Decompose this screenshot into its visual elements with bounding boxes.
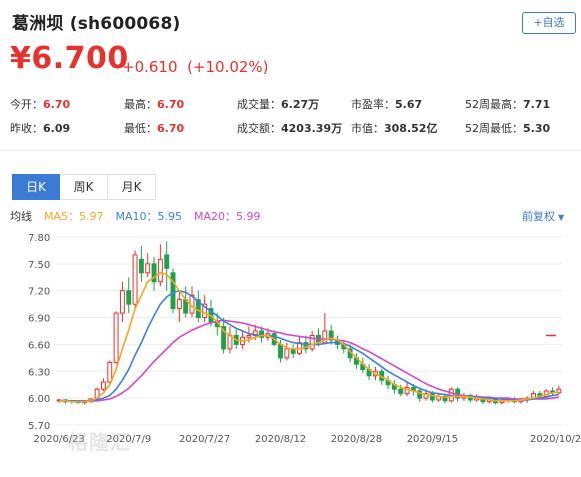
stat-item: 今开：6.70 [10, 96, 70, 112]
stat-item: 成交额：4203.39万 [237, 120, 342, 136]
price-change-amount: +0.610 [122, 58, 178, 76]
x-tick-label: 2020/7/27 [179, 434, 230, 445]
y-tick-label: 5.70 [28, 421, 50, 432]
candle-body [100, 381, 106, 390]
stat-item: 昨收：6.09 [10, 120, 70, 136]
stat-label: 52周最高： [465, 98, 523, 111]
stat-label: 市盈率： [351, 98, 395, 111]
candle-body [107, 361, 113, 383]
stat-label: 成交量： [237, 98, 281, 111]
price-change: +0.610 (+10.02%) [122, 58, 269, 76]
stat-value: 6.70 [157, 98, 185, 111]
x-tick-label: 2020/8/28 [331, 434, 382, 445]
x-tick-label: 2020/10/28 [530, 434, 581, 445]
ma10-legend: MA10：5.95 [115, 210, 183, 223]
candle-body [284, 348, 290, 359]
candle-body [145, 263, 151, 274]
y-tick-label: 6.60 [28, 340, 50, 351]
candle-body [132, 254, 138, 305]
watermark-logo: 格隆汇 [68, 430, 131, 454]
stat-value: 5.67 [395, 98, 423, 111]
stat-item: 市值：308.52亿 [351, 120, 437, 136]
stock-title: 葛洲坝 (sh600068) [12, 14, 181, 34]
period-tab[interactable]: 月K [108, 174, 156, 200]
candle-body [164, 254, 170, 269]
divider [0, 150, 581, 151]
ma-legend: 均线 MA5：5.97 MA10：5.95 MA20：5.99 [10, 208, 273, 224]
y-tick-label: 7.20 [28, 287, 50, 298]
stat-label: 最高： [124, 98, 157, 111]
stat-value: 7.71 [523, 98, 551, 111]
ma20-line [59, 319, 559, 402]
candle-body [398, 388, 404, 395]
stat-label: 最低： [124, 122, 157, 135]
stat-value: 6.70 [157, 122, 185, 135]
x-tick-label: 2020/8/12 [255, 434, 306, 445]
stat-item: 成交量：6.27万 [237, 96, 319, 112]
stat-item: 最低：6.70 [124, 120, 184, 136]
stat-label: 昨收： [10, 122, 43, 135]
stat-value: 6.27万 [281, 98, 320, 111]
quote-stats: 今开：6.70 最高：6.70 成交量：6.27万 市盈率：5.67 52周最高：7.7… [0, 94, 581, 142]
price-adjust-label: 前复权 [522, 210, 555, 223]
stat-value: 6.09 [43, 122, 71, 135]
candle-body [138, 258, 144, 274]
candle-body [246, 334, 252, 338]
stat-value: 6.70 [43, 98, 71, 111]
period-tabs: 日K 周K 月K [12, 174, 156, 200]
stat-item: 最高：6.70 [124, 96, 184, 112]
x-tick-label: 2020/9/15 [407, 434, 458, 445]
stat-label: 52周最低： [465, 122, 523, 135]
price-change-percent: (+10.02%) [187, 58, 269, 76]
y-tick-label: 7.50 [28, 260, 50, 271]
stat-item: 52周最低：5.30 [465, 120, 550, 136]
stat-label: 今开： [10, 98, 43, 111]
ma20-legend: MA20：5.99 [194, 210, 261, 223]
stat-item: 市盈率：5.67 [351, 96, 422, 112]
add-to-watchlist-button[interactable]: +自选 [522, 12, 576, 34]
candle-body [227, 334, 233, 350]
stat-label: 市值： [351, 122, 384, 135]
current-price: ¥6.700 [10, 41, 129, 76]
candle-body [113, 312, 119, 363]
candle-body [176, 299, 182, 310]
chevron-down-icon: ▼ [558, 213, 565, 222]
candle-body [119, 290, 125, 314]
y-tick-label: 6.00 [28, 394, 50, 405]
candle-body [157, 258, 163, 283]
y-tick-label: 6.30 [28, 367, 50, 378]
candle-body [170, 272, 176, 310]
stat-item: 52周最高：7.71 [465, 96, 550, 112]
y-tick-label: 7.80 [28, 233, 50, 244]
ma-legend-label: 均线 [10, 210, 32, 223]
stat-value: 5.30 [523, 122, 551, 135]
stat-value: 4203.39万 [281, 122, 343, 135]
ma5-legend: MA5：5.97 [44, 210, 104, 223]
candle-body [278, 343, 283, 359]
y-tick-label: 6.90 [28, 314, 50, 325]
period-tab[interactable]: 周K [60, 174, 108, 200]
candle-body [126, 290, 132, 305]
period-tab[interactable]: 日K [12, 174, 60, 200]
price-adjust-dropdown[interactable]: 前复权 ▼ [522, 208, 564, 224]
stat-label: 成交额： [237, 122, 281, 135]
stat-value: 308.52亿 [384, 122, 438, 135]
